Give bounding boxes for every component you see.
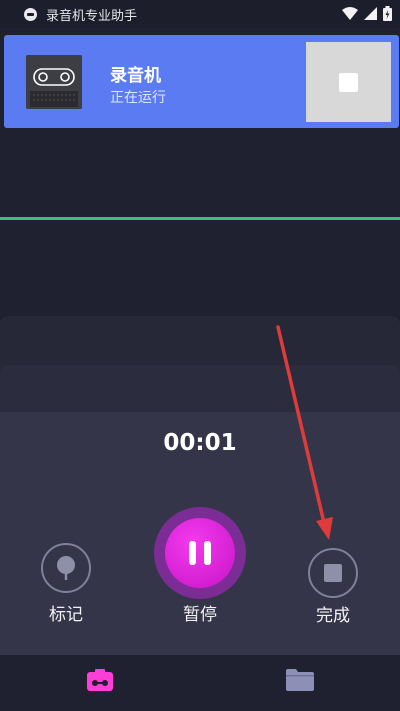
running-notification[interactable]: 录音机 正在运行 <box>4 35 399 128</box>
mark-button[interactable] <box>41 543 91 593</box>
bottom-nav <box>0 655 400 711</box>
notification-stop-button[interactable] <box>306 42 391 122</box>
recorder-icon[interactable] <box>87 669 113 691</box>
status-bar: 录音机专业助手 <box>0 0 400 28</box>
done-label: 完成 <box>316 606 350 626</box>
notification-subtitle: 正在运行 <box>110 90 166 106</box>
pause-label: 暂停 <box>183 605 217 625</box>
recording-timer: 00:01 <box>163 430 237 456</box>
waveform-baseline <box>0 217 400 220</box>
wifi-icon <box>342 7 358 20</box>
pause-button[interactable] <box>154 507 246 599</box>
stop-icon <box>339 72 358 92</box>
mark-label: 标记 <box>49 605 83 625</box>
done-button[interactable] <box>308 548 358 598</box>
status-icons <box>342 6 392 21</box>
folder-icon[interactable] <box>286 669 314 691</box>
stop-icon <box>324 564 342 582</box>
battery-icon <box>383 6 392 21</box>
pin-icon <box>57 556 75 580</box>
status-bar-title: 录音机专业助手 <box>46 9 138 24</box>
app-badge-icon <box>24 8 37 21</box>
pause-icon <box>165 518 235 588</box>
cassette-icon <box>26 55 82 109</box>
notification-title: 录音机 <box>110 66 161 86</box>
signal-icon <box>364 7 377 20</box>
